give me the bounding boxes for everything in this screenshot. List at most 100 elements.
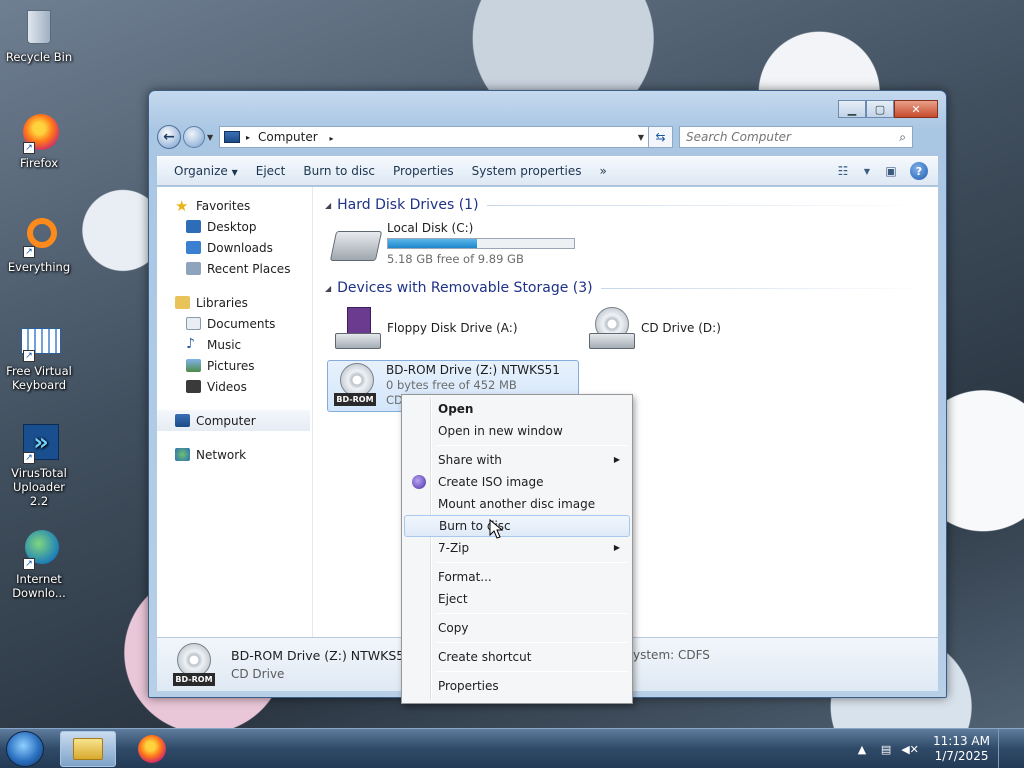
nav-favorites[interactable]: ★ Favorites <box>157 195 312 216</box>
nav-recent-places[interactable]: Recent Places <box>157 258 312 279</box>
collapse-triangle-icon: ◢ <box>325 283 332 293</box>
details-name: BD-ROM Drive (Z:) NTWKS51 <box>231 648 413 663</box>
close-button[interactable]: ✕ <box>894 100 938 118</box>
refresh-button[interactable]: ⇆ <box>649 126 673 148</box>
context-menu: Open Open in new window Share with ▶ Crea… <box>401 394 633 704</box>
nav-pictures[interactable]: Pictures <box>157 355 312 376</box>
eject-button[interactable]: Eject <box>247 160 295 182</box>
nav-desktop[interactable]: Desktop <box>157 216 312 237</box>
menu-item-format[interactable]: Format... <box>404 566 630 588</box>
drive-local-disk-c[interactable]: Local Disk (C:) 5.18 GB free of 9.89 GB <box>329 221 575 267</box>
start-button[interactable] <box>6 731 44 767</box>
clock[interactable]: 11:13 AM 1/7/2025 <box>933 734 990 764</box>
internet-download-manager-icon: ↗ <box>17 530 61 570</box>
address-dropdown-icon[interactable]: ▼ <box>634 133 648 142</box>
menu-item-7zip[interactable]: 7-Zip ▶ <box>404 537 630 559</box>
forward-button[interactable] <box>183 126 205 148</box>
videos-icon <box>186 380 201 393</box>
address-bar[interactable]: ▸ Computer ▸ ▼ <box>219 126 649 148</box>
computer-icon <box>224 131 240 143</box>
drive-cd-d[interactable]: CD Drive (D:) <box>587 307 721 351</box>
documents-icon <box>186 317 201 330</box>
maximize-button[interactable]: ▢ <box>866 100 894 118</box>
view-dropdown-icon[interactable]: ▼ <box>862 162 872 180</box>
music-icon: ♪ <box>186 336 195 352</box>
burn-to-disc-button[interactable]: Burn to disc <box>294 160 384 182</box>
taskbar-firefox[interactable] <box>124 731 180 767</box>
taskbar-explorer[interactable] <box>60 731 116 767</box>
nav-downloads[interactable]: Downloads <box>157 237 312 258</box>
desktop-icon-label: Internet Downlo... <box>12 572 66 600</box>
clock-date: 1/7/2025 <box>934 749 989 763</box>
menu-item-open[interactable]: Open <box>404 398 630 420</box>
change-view-icon[interactable]: ☷ <box>832 162 854 180</box>
downloads-icon <box>186 241 201 254</box>
desktop-icon-firefox[interactable]: ↗ Firefox <box>4 114 74 170</box>
collapse-triangle-icon: ◢ <box>325 200 332 210</box>
search-box[interactable]: ⌕ <box>679 126 913 148</box>
folder-icon <box>73 738 103 760</box>
recent-pages-dropdown[interactable]: ▼ <box>207 133 217 142</box>
desktop-icon-free-virtual-keyboard[interactable]: ↗ Free Virtual Keyboard <box>4 322 74 392</box>
menu-item-eject[interactable]: Eject <box>404 588 630 610</box>
more-commands-button[interactable]: » <box>590 160 615 182</box>
search-icon[interactable]: ⌕ <box>899 130 906 145</box>
menu-item-create-iso[interactable]: Create ISO image <box>404 471 630 493</box>
search-input[interactable] <box>686 130 900 144</box>
menu-separator <box>436 562 628 563</box>
menu-item-open-new-window[interactable]: Open in new window <box>404 420 630 442</box>
notification-area: ▲ ▤ ◀✕ 11:13 AM 1/7/2025 <box>853 729 1024 768</box>
nav-videos[interactable]: Videos <box>157 376 312 397</box>
menu-item-mount-disc[interactable]: Mount another disc image <box>404 493 630 515</box>
cd-drive-icon <box>587 307 635 351</box>
taskbar: ▲ ▤ ◀✕ 11:13 AM 1/7/2025 <box>0 728 1024 768</box>
nav-computer[interactable]: Computer <box>157 410 310 431</box>
mouse-pointer-icon <box>489 519 503 539</box>
desktop-icon-label: Recycle Bin <box>5 50 73 64</box>
group-header-removable-storage[interactable]: ◢ Devices with Removable Storage (3) <box>323 276 928 300</box>
show-hidden-icons-icon[interactable]: ▲ <box>853 743 871 756</box>
menu-item-burn-to-disc[interactable]: Burn to disc <box>404 515 630 537</box>
nav-network[interactable]: Network <box>157 444 312 465</box>
nav-libraries[interactable]: Libraries <box>157 292 312 313</box>
properties-button[interactable]: Properties <box>384 160 463 182</box>
command-bar: Organize ▼ Eject Burn to disc Properties… <box>157 156 938 186</box>
desktop-icon-virustotal[interactable]: » ↗ VirusTotal Uploader 2.2 <box>4 424 74 508</box>
breadcrumb-computer[interactable]: Computer <box>258 130 318 144</box>
hard-drive-icon <box>329 221 383 265</box>
address-row: ← ▼ ▸ Computer ▸ ▼ ⇆ ⌕ <box>157 124 938 150</box>
menu-item-copy[interactable]: Copy <box>404 617 630 639</box>
system-properties-button[interactable]: System properties <box>463 160 591 182</box>
preview-pane-icon[interactable]: ▣ <box>880 162 902 180</box>
menu-separator <box>436 671 628 672</box>
breadcrumb-chevron-icon[interactable]: ▸ <box>330 134 334 143</box>
desktop-icon-label: Everything <box>7 260 71 274</box>
chevron-down-icon: ▼ <box>231 168 238 177</box>
menu-item-share-with[interactable]: Share with ▶ <box>404 449 630 471</box>
window-controls: ▁ ▢ ✕ <box>838 100 938 118</box>
show-desktop-button[interactable] <box>998 729 1012 768</box>
help-icon[interactable]: ? <box>910 162 928 180</box>
nav-music[interactable]: ♪ Music <box>157 334 312 355</box>
volume-muted-icon[interactable]: ◀✕ <box>901 743 919 756</box>
nav-documents[interactable]: Documents <box>157 313 312 334</box>
menu-item-create-shortcut[interactable]: Create shortcut <box>404 646 630 668</box>
breadcrumb[interactable]: Computer ▸ <box>258 130 634 144</box>
organize-button[interactable]: Organize ▼ <box>165 160 247 182</box>
group-header-hard-disk-drives[interactable]: ◢ Hard Disk Drives (1) <box>323 193 928 217</box>
desktop-icon-everything[interactable]: ↗ Everything <box>4 218 74 274</box>
desktop-icon-internet-download[interactable]: ↗ Internet Downlo... <box>4 530 74 600</box>
breadcrumb-chevron-icon[interactable]: ▸ <box>246 133 250 142</box>
desktop-icon <box>186 220 201 233</box>
bd-rom-drive-icon: BD-ROM <box>173 642 217 687</box>
desktop-icon-label: Firefox <box>19 156 59 170</box>
network-status-icon[interactable]: ▤ <box>877 743 895 756</box>
menu-item-properties[interactable]: Properties <box>404 675 630 697</box>
recent-places-icon <box>186 262 201 275</box>
minimize-button[interactable]: ▁ <box>838 100 866 118</box>
recycle-bin-icon <box>17 8 61 48</box>
drive-floppy-a[interactable]: Floppy Disk Drive (A:) <box>333 307 518 351</box>
desktop-icon-recycle-bin[interactable]: Recycle Bin <box>4 8 74 64</box>
pictures-icon <box>186 359 201 372</box>
back-button[interactable]: ← <box>157 125 181 149</box>
